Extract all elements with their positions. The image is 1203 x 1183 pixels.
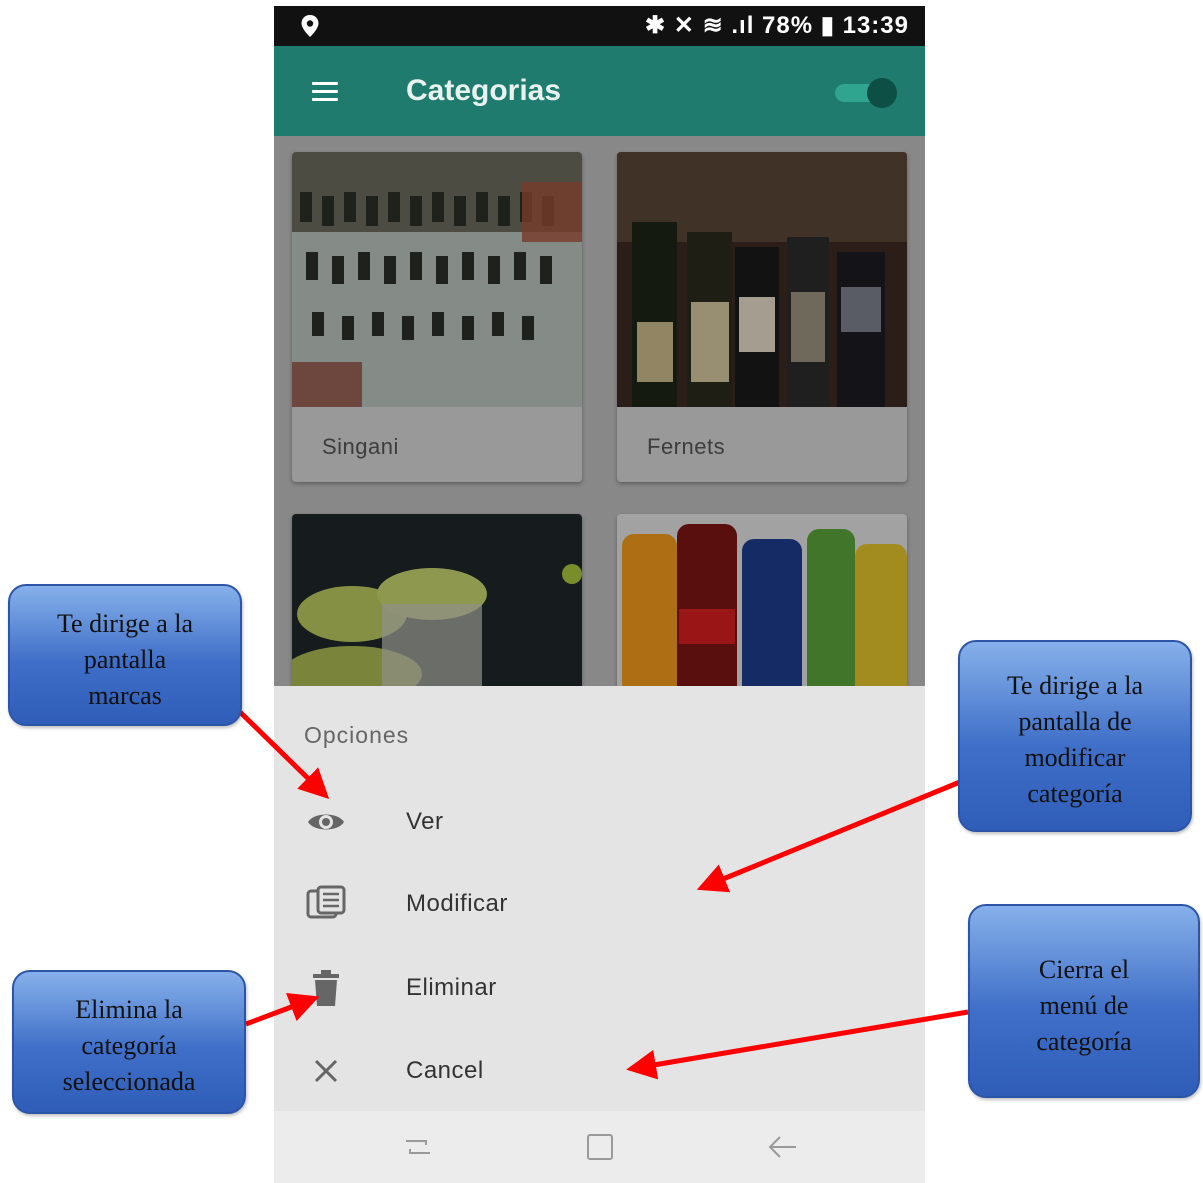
home-icon[interactable] <box>580 1131 620 1163</box>
menu-icon[interactable] <box>312 82 338 102</box>
trash-icon <box>313 970 339 1006</box>
recents-icon[interactable] <box>398 1131 438 1163</box>
category-card[interactable] <box>292 514 582 714</box>
app-bar: Categorias <box>274 46 925 136</box>
callout-modificar: Te dirige a la pantalla de modificar cat… <box>958 640 1192 832</box>
category-card-singani[interactable]: Singani <box>292 152 582 482</box>
close-icon <box>314 1059 338 1083</box>
edit-icon <box>306 885 346 919</box>
category-card[interactable] <box>617 514 907 714</box>
location-icon <box>301 15 319 37</box>
category-image <box>617 514 907 714</box>
option-label: Eliminar <box>406 974 497 1001</box>
category-image-singani <box>292 152 582 407</box>
option-label: Cancel <box>406 1057 484 1084</box>
back-icon[interactable] <box>762 1131 802 1163</box>
option-label: Ver <box>406 808 444 835</box>
option-eliminar[interactable]: Eliminar <box>274 948 925 1028</box>
status-bar: ✱ ✕ ≋ .ıl 78% ▮ 13:39 <box>274 6 925 46</box>
callout-cancel: Cierra el menú de categoría <box>968 904 1200 1098</box>
page-title: Categorias <box>406 74 562 107</box>
sheet-heading: Opciones <box>304 722 410 748</box>
phone-screen: ✱ ✕ ≋ .ıl 78% ▮ 13:39 Categorias Singani… <box>274 6 925 1183</box>
option-modificar[interactable]: Modificar <box>274 864 925 944</box>
category-label: Fernets <box>647 434 726 459</box>
options-bottom-sheet: Opciones Ver Modificar Eliminar Cancel <box>274 686 925 1111</box>
category-label: Singani <box>322 434 399 459</box>
eye-icon <box>308 814 344 830</box>
category-image <box>292 514 582 714</box>
category-card-fernets[interactable]: Fernets <box>617 152 907 482</box>
callout-eliminar: Elimina la categoría seleccionada <box>12 970 246 1114</box>
callout-ver: Te dirige a la pantalla marcas <box>8 584 242 726</box>
status-indicators: ✱ ✕ ≋ .ıl 78% ▮ 13:39 <box>645 12 909 39</box>
option-label: Modificar <box>406 890 508 917</box>
mode-toggle[interactable] <box>835 78 897 108</box>
option-ver[interactable]: Ver <box>274 782 925 862</box>
option-cancel[interactable]: Cancel <box>274 1031 925 1111</box>
category-image-fernets <box>617 152 907 407</box>
category-grid: Singani Fernets <box>274 136 925 714</box>
system-nav-bar <box>274 1111 925 1183</box>
